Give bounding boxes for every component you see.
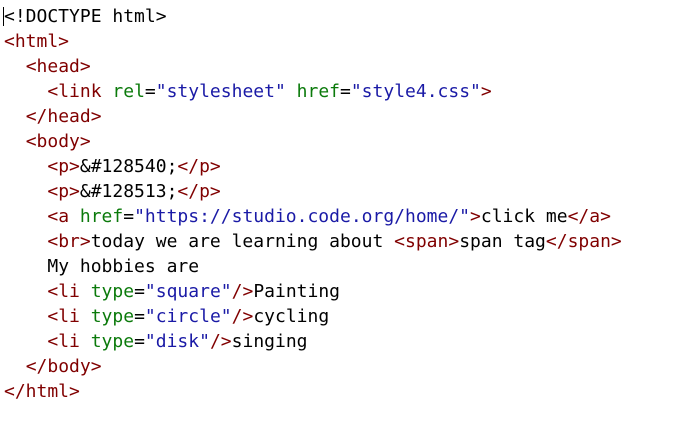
code-token: <li: [47, 306, 91, 327]
code-token: singing: [231, 331, 308, 352]
code-line[interactable]: My hobbies are: [0, 254, 682, 279]
code-token: >: [480, 81, 492, 102]
code-token: =: [134, 306, 145, 327]
code-token: <p>: [47, 156, 80, 177]
code-token: "https://studio.code.org/home/": [134, 206, 471, 227]
code-token: <a: [47, 206, 80, 227]
code-token: <body>: [25, 131, 91, 152]
code-token: </span>: [545, 231, 622, 252]
code-token: <!DOCTYPE html>: [4, 6, 167, 27]
code-token: =: [144, 81, 156, 102]
code-line[interactable]: </head>: [0, 104, 682, 129]
code-token: </p>: [177, 181, 221, 202]
code-line[interactable]: <li type="square"/>Painting: [0, 279, 682, 304]
code-line[interactable]: </html>: [0, 379, 682, 404]
code-token: =: [123, 206, 135, 227]
code-editor[interactable]: <!DOCTYPE html> <html> <head> <link rel="…: [0, 0, 682, 448]
code-token: </body>: [25, 356, 102, 377]
code-token: <span>: [394, 231, 460, 252]
code-token: <head>: [25, 56, 91, 77]
code-token: =: [134, 281, 145, 302]
code-token: type: [90, 306, 135, 327]
code-token: <li: [47, 331, 91, 352]
code-token: <br>: [47, 231, 91, 252]
code-line[interactable]: <br>today we are learning about <span>sp…: [0, 229, 682, 254]
code-token: "square": [144, 281, 232, 302]
code-token: span tag: [459, 231, 546, 252]
code-token: "style4.css": [350, 81, 481, 102]
code-line[interactable]: <body>: [0, 129, 682, 154]
code-token: click me: [480, 206, 568, 227]
code-line[interactable]: <html>: [0, 29, 682, 54]
code-token: <link: [47, 81, 113, 102]
code-line[interactable]: </body>: [0, 354, 682, 379]
code-token: >: [470, 206, 481, 227]
code-token: Painting: [253, 281, 341, 302]
code-token: cycling: [253, 306, 330, 327]
code-token: "disk": [144, 331, 210, 352]
code-line[interactable]: <link rel="stylesheet" href="style4.css"…: [0, 79, 682, 104]
code-line[interactable]: <a href="https://studio.code.org/home/">…: [0, 204, 682, 229]
code-token: />: [231, 306, 254, 327]
code-token: &#128513;: [79, 181, 178, 202]
code-token: <p>: [47, 181, 80, 202]
code-token: type: [90, 281, 135, 302]
code-token: </p>: [177, 156, 221, 177]
code-line[interactable]: <p>&#128540;</p>: [0, 154, 682, 179]
code-token: rel: [112, 81, 145, 102]
code-token: href: [296, 81, 340, 102]
code-token: <li: [47, 281, 91, 302]
code-token: "stylesheet": [155, 81, 286, 102]
code-lines[interactable]: <!DOCTYPE html> <html> <head> <link rel="…: [0, 4, 682, 404]
code-token: My hobbies are: [47, 256, 200, 277]
code-line[interactable]: <head>: [0, 54, 682, 79]
code-token: <html>: [4, 31, 70, 52]
code-token: =: [340, 81, 351, 102]
code-token: />: [231, 281, 254, 302]
code-token: />: [209, 331, 232, 352]
code-token: </head>: [25, 106, 102, 127]
code-token: </html>: [4, 381, 80, 402]
code-token: </a>: [567, 206, 611, 227]
text-cursor: [3, 7, 4, 26]
code-token: today we are learning about: [90, 231, 395, 252]
code-token: =: [134, 331, 145, 352]
code-token: href: [79, 206, 124, 227]
code-line[interactable]: <p>&#128513;</p>: [0, 179, 682, 204]
code-line[interactable]: <li type="disk"/>singing: [0, 329, 682, 354]
code-token: "circle": [144, 306, 232, 327]
code-line[interactable]: <li type="circle"/>cycling: [0, 304, 682, 329]
code-token: type: [90, 331, 135, 352]
code-line[interactable]: <!DOCTYPE html>: [0, 4, 682, 29]
code-token: &#128540;: [79, 156, 178, 177]
